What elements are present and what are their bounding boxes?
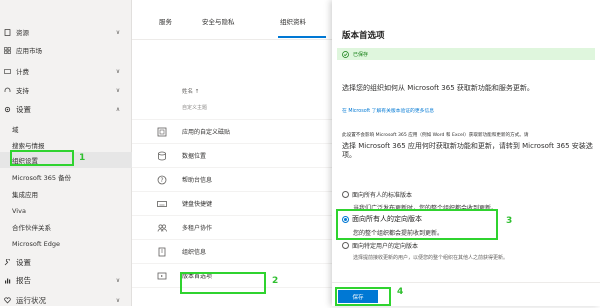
nav-item-marketplace[interactable]: 应用市场 [0,42,132,58]
annotation-box-4 [335,287,391,306]
list-item-data-location[interactable]: 数据位置 [132,144,332,168]
chevron-down-icon: ∨ [115,67,121,75]
keyboard-icon [156,198,168,210]
card-icon [4,68,11,75]
org-settings-pane: 服务 安全与隐私 组织资料 姓名 ↑ 自定义主题 应用的自定义磁贴 数据位置 ?… [132,0,332,306]
tile-icon [156,126,168,138]
annotation-number-3: 3 [506,216,513,226]
nav-item-microsoft-edge[interactable]: Microsoft Edge [0,236,132,252]
annotation-box-3 [336,209,498,240]
chevron-down-icon: ∨ [115,276,121,284]
nav-item-support[interactable]: 支持 ∨ [0,82,132,98]
chevron-down-icon: ∨ [115,296,121,304]
nav-item-partner-relationships[interactable]: 合作伙伴关系 [0,219,132,235]
list-item-keyboard-shortcuts[interactable]: 键盘快捷键 [132,192,332,216]
annotation-number-1: 1 [79,153,86,163]
people-icon [156,222,168,234]
active-tab-indicator [278,36,326,38]
list-item-multitenant-collab[interactable]: 多租户协作 [132,216,332,240]
gear-icon [4,106,11,113]
chevron-down-icon: ∨ [115,28,121,36]
building-icon [156,246,168,258]
option-standard-release[interactable]: 面向所有人的标准版本 [342,190,412,199]
grid-icon [4,46,11,54]
help-icon: ? [156,174,168,186]
svg-text:?: ? [160,177,163,184]
tab-org-profile[interactable]: 组织资料 [280,16,306,26]
saved-text: 已保存 [353,51,369,58]
palette-icon [156,102,168,114]
panel-title: 版本首选项 [342,31,385,41]
release-icon [156,270,168,282]
panel-description: 选择您的组织如何从 Microsoft 365 获取新功能和服务更新。 [342,84,534,92]
wrench-icon [4,258,11,266]
chevron-up-icon: ∧ [115,105,121,113]
nav-item-m365-backup[interactable]: Microsoft 365 备份 [0,169,132,185]
nav-item-resources[interactable]: 资源 ∨ [0,24,132,40]
nav-item-domains[interactable]: 域 [0,121,132,137]
list-item-custom-theme[interactable]: 自定义主题 [132,96,332,120]
chart-icon [4,277,11,284]
tab-security-privacy[interactable]: 安全与隐私 [202,16,235,26]
learn-more-link[interactable]: 在 Microsoft 了解有关版本验证的更多信息 [342,107,434,114]
database-icon [156,150,168,162]
office-apps-note: 此设置不会影响 Microsoft 365 应用（例如 Word 和 Excel… [342,133,529,138]
tab-bar: 服务 安全与隐私 组织资料 [132,0,332,40]
release-preferences-panel: 版本首选项 已保存 选择您的组织如何从 Microsoft 365 获取新功能和… [332,0,600,306]
document-icon [4,28,11,36]
nav-item-setup[interactable]: 设置 [0,254,132,270]
annotation-box-2 [180,272,266,294]
headset-icon [4,87,11,94]
tab-services[interactable]: 服务 [159,16,172,26]
list-item-custom-tiles[interactable]: 应用的自定义磁贴 [132,120,332,144]
list-item-org-info[interactable]: 组织信息 [132,240,332,264]
annotation-box-1 [10,150,74,166]
option-targeted-release-selected-desc: 选择提前接收更新的用户，以便您的整个组织在其他人之前获得更新。 [353,255,509,261]
nav-item-billing[interactable]: 计费 ∨ [0,63,132,79]
chevron-down-icon: ∨ [115,86,121,94]
list-item-helpdesk-info[interactable]: ? 帮助台信息 [132,168,332,192]
saved-message-bar: 已保存 [337,48,595,60]
annotation-number-4: 4 [397,287,404,297]
install-options-note: 选择 Microsoft 365 应用何时获取新功能和更新，请转到 Micros… [342,142,593,159]
nav-item-reports[interactable]: 报告 ∨ [0,272,132,288]
checkmark-icon [342,50,349,58]
column-header-name[interactable]: 姓名 ↑ [182,87,199,95]
annotation-number-2: 2 [272,276,279,286]
heart-icon [4,296,11,304]
radio-standard-release[interactable] [342,191,349,198]
nav-item-integrated-apps[interactable]: 集成应用 [0,186,132,202]
footer-divider [332,282,600,283]
option-targeted-release-selected[interactable]: 面向特定用户的定向版本 [342,241,418,250]
radio-targeted-release-selected[interactable] [342,242,349,249]
nav-item-settings[interactable]: 设置 ∧ [0,101,132,117]
nav-item-viva[interactable]: Viva [0,203,132,219]
